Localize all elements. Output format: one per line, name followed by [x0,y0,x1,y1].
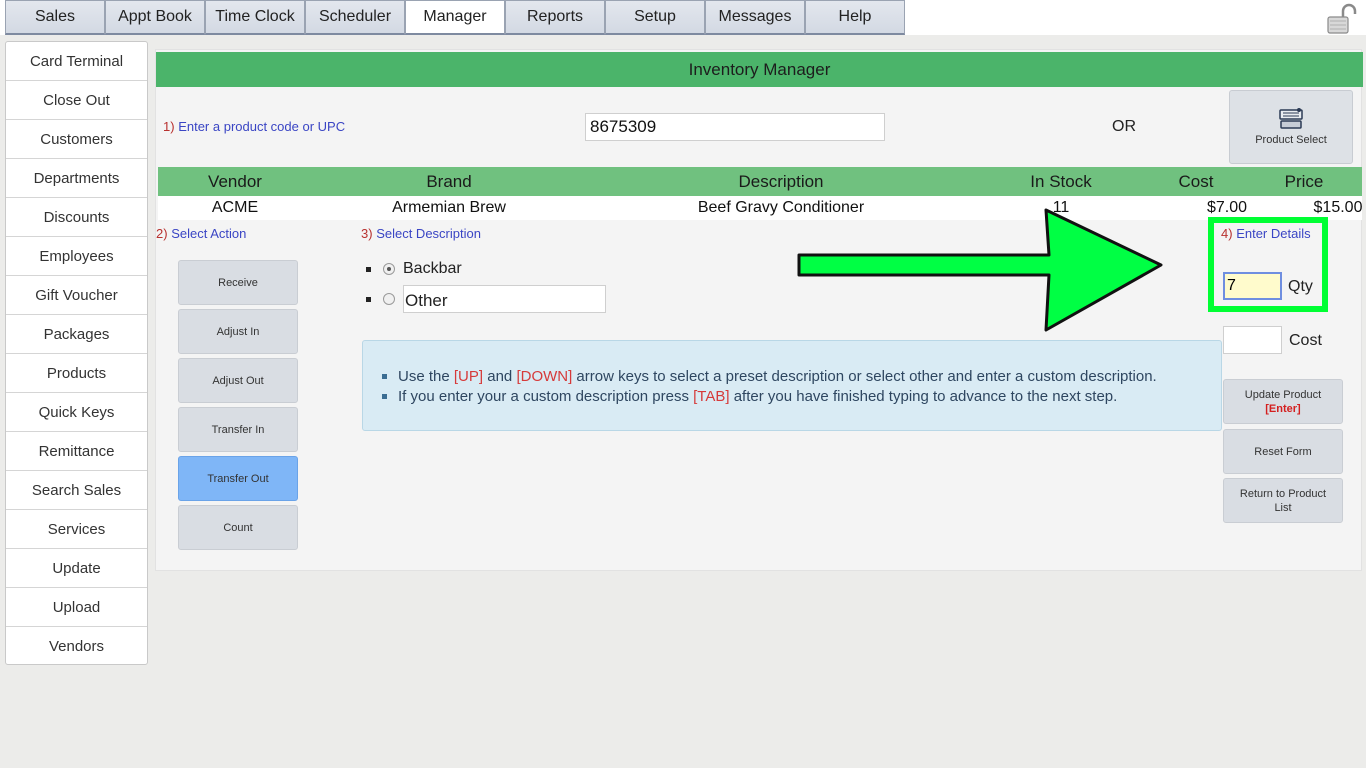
sidebar-item-vendors[interactable]: Vendors [6,627,147,666]
sidebar-item-upload[interactable]: Upload [6,588,147,627]
step3-text: Select Description [376,226,481,241]
step1-text: Enter a product code or UPC [178,119,346,134]
step2-text: Select Action [171,226,247,241]
sidebar-item-departments[interactable]: Departments [6,159,147,198]
sidebar-item-packages[interactable]: Packages [6,315,147,354]
description-option-other [366,285,606,313]
tab-scheduler[interactable]: Scheduler [305,0,405,35]
column-header-in-stock: In Stock [1030,172,1092,191]
column-header-description: Description [738,172,824,191]
sidebar-item-products[interactable]: Products [6,354,147,393]
backbar-label: Backbar [403,260,462,277]
tab-time-clock[interactable]: Time Clock [205,0,305,35]
page-title: Inventory Manager [156,52,1363,87]
or-label: OR [1112,118,1136,135]
step1-label: 1) Enter a product code or UPC [163,119,345,134]
step4-number: 4) [1221,226,1233,241]
tab-setup[interactable]: Setup [605,0,705,35]
transfer-in-button[interactable]: Transfer In [178,407,298,452]
sidebar-item-card-terminal[interactable]: Card Terminal [6,42,147,81]
update-product-shortcut: [Enter] [1265,402,1301,415]
step2-number: 2) [156,226,168,241]
step4-text: Enter Details [1236,226,1311,241]
product-select-icon [1279,108,1303,129]
annotation-arrow [797,208,1163,332]
sidebar-item-services[interactable]: Services [6,510,147,549]
top-navigation-bar: Sales Appt Book Time Clock Scheduler Man… [0,0,1366,35]
sidebar-item-discounts[interactable]: Discounts [6,198,147,237]
other-radio[interactable] [383,293,395,305]
cost-input[interactable] [1223,326,1282,354]
return-to-product-list-label: Return to Product List [1239,487,1327,514]
sidebar: Card Terminal Close Out Customers Depart… [5,41,148,665]
product-table-header: Vendor Brand Description In Stock Cost P… [158,167,1362,196]
description-option-backbar: Backbar [366,260,462,278]
tab-sales[interactable]: Sales [5,0,105,35]
adjust-in-button[interactable]: Adjust In [178,309,298,354]
other-description-input[interactable] [403,285,606,313]
sidebar-item-gift-voucher[interactable]: Gift Voucher [6,276,147,315]
list-bullet [366,296,371,302]
tab-reports[interactable]: Reports [505,0,605,35]
product-code-input[interactable] [585,113,885,141]
column-header-brand: Brand [426,172,472,191]
sidebar-item-update[interactable]: Update [6,549,147,588]
sidebar-item-remittance[interactable]: Remittance [6,432,147,471]
cost-label: Cost [1289,332,1322,349]
product-select-label: Product Select [1255,134,1327,146]
column-header-cost: Cost [1178,172,1214,191]
cell-cost: $7.00 [1206,199,1248,216]
return-to-product-list-button[interactable]: Return to Product List [1223,478,1343,523]
sidebar-item-close-out[interactable]: Close Out [6,81,147,120]
transfer-out-button[interactable]: Transfer Out [178,456,298,501]
sidebar-item-customers[interactable]: Customers [6,120,147,159]
receive-button[interactable]: Receive [178,260,298,305]
tab-help[interactable]: Help [805,0,905,35]
qty-input[interactable] [1223,272,1282,300]
step3-label: 3) Select Description [361,226,481,241]
adjust-out-button[interactable]: Adjust Out [178,358,298,403]
lock-icon[interactable] [1325,3,1357,35]
step4-label: 4) Enter Details [1221,226,1311,241]
product-select-button[interactable]: Product Select [1229,90,1353,164]
column-header-vendor: Vendor [208,172,262,191]
update-product-button[interactable]: Update Product [Enter] [1223,379,1343,424]
sidebar-item-employees[interactable]: Employees [6,237,147,276]
tab-appt-book[interactable]: Appt Book [105,0,205,35]
reset-form-button[interactable]: Reset Form [1223,429,1343,474]
instructions-box: Use the [UP] and [DOWN] arrow keys to se… [362,340,1222,431]
instruction-line-1: Use the [UP] and [DOWN] arrow keys to se… [382,368,1157,385]
table-row[interactable]: ACME Armemian Brew Beef Gravy Conditione… [158,196,1362,220]
count-button[interactable]: Count [178,505,298,550]
sidebar-item-search-sales[interactable]: Search Sales [6,471,147,510]
backbar-radio[interactable] [383,263,395,275]
cell-vendor: ACME [211,199,259,216]
list-bullet [366,266,371,272]
cell-price: $15.00 [1313,199,1363,216]
column-header-price: Price [1284,172,1324,191]
cell-brand: Armemian Brew [392,199,506,216]
step1-number: 1) [163,119,175,134]
instruction-line-2: If you enter your a custom description p… [381,388,1118,405]
inventory-manager-panel: Inventory Manager 1) Enter a product cod… [155,49,1363,571]
tab-strip: Sales Appt Book Time Clock Scheduler Man… [5,0,905,35]
step2-label: 2) Select Action [156,226,246,241]
reset-form-label: Reset Form [1254,445,1312,458]
step3-number: 3) [361,226,373,241]
update-product-label: Update Product [1244,388,1322,401]
qty-label: Qty [1288,278,1313,295]
tab-messages[interactable]: Messages [705,0,805,35]
sidebar-item-quick-keys[interactable]: Quick Keys [6,393,147,432]
tab-manager[interactable]: Manager [405,0,505,35]
